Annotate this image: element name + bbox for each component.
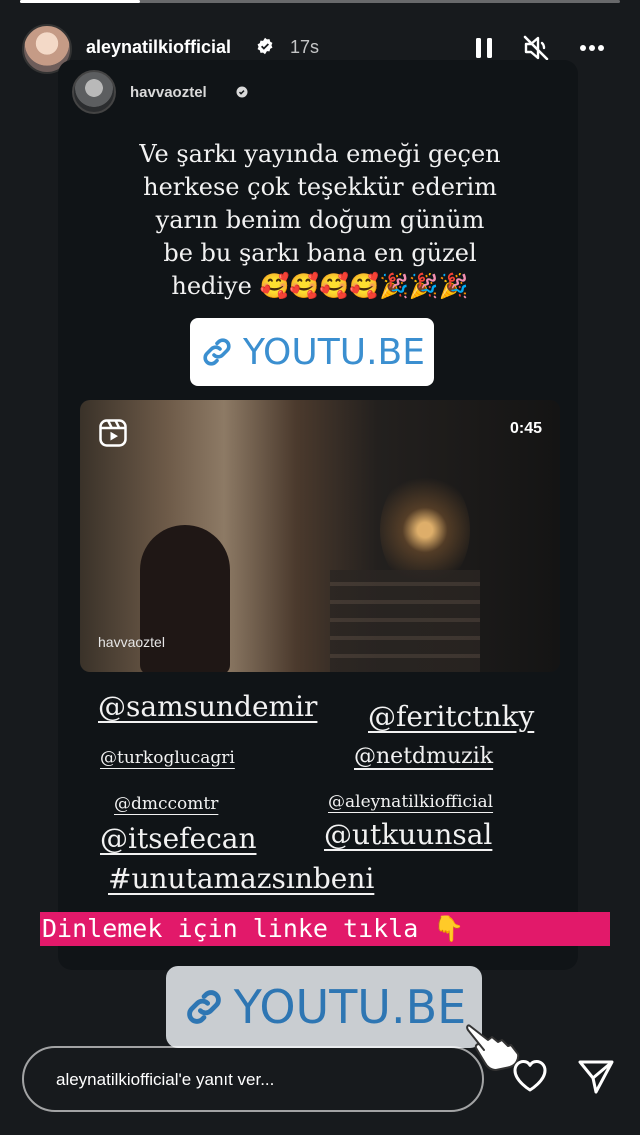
reel-scene-stairs [330, 570, 480, 672]
speaker-muted-icon[interactable] [522, 34, 550, 62]
reels-icon [99, 419, 127, 447]
story-username[interactable]: aleynatilkiofficial [86, 37, 231, 58]
hashtag-unutamazsinbeni[interactable]: #unutamazsınbeni [108, 862, 374, 895]
shared-post-avatar[interactable] [72, 70, 116, 114]
reply-input[interactable]: aleynatilkiofficial'e yanıt ver... [22, 1046, 484, 1112]
more-icon[interactable] [578, 34, 606, 62]
verified-badge-icon [236, 86, 248, 98]
verified-badge-icon [257, 37, 273, 55]
story-progress-bar [20, 0, 620, 3]
caption-line: be bu şarkı bana en güzel [163, 239, 477, 267]
heart-icon[interactable] [510, 1056, 550, 1096]
reel-duration: 0:45 [509, 420, 542, 437]
reel-thumbnail[interactable]: 0:45 havvaoztel [80, 400, 560, 672]
link-icon [186, 990, 221, 1024]
mention-turkoglucagri[interactable]: @turkoglucagri [100, 748, 235, 768]
post-caption: Ve şarkı yayında emeği geçen herkese çok… [90, 138, 550, 303]
mention-feritctnky[interactable]: @feritctnky [368, 700, 534, 733]
link-label: YOUTU.BE [233, 980, 467, 1034]
link-sticker[interactable]: YOUTU.BE [190, 318, 434, 386]
mention-samsundemir[interactable]: @samsundemir [98, 690, 317, 723]
link-sticker-large[interactable]: YOUTU.BE [166, 966, 482, 1048]
mention-utkuunsal[interactable]: @utkuunsal [324, 818, 492, 851]
story-time: 17s [290, 37, 320, 57]
mention-netdmuzik[interactable]: @netdmuzik [354, 744, 493, 769]
mention-aleynatilkiofficial[interactable]: @aleynatilkiofficial [328, 792, 493, 812]
reel-username: havvaoztel [98, 634, 165, 650]
story-progress-fill [20, 0, 140, 3]
link-label: YOUTU.BE [243, 331, 425, 373]
reply-placeholder: aleynatilkiofficial'e yanıt ver... [56, 1070, 275, 1089]
caption-line: yarın benim doğum günüm [155, 206, 485, 234]
send-icon[interactable] [576, 1056, 616, 1096]
caption-line: hediye 🥰🥰🥰🥰🎉🎉🎉 [171, 272, 469, 300]
shared-post-username[interactable]: havvaoztel [130, 84, 207, 101]
cta-banner: Dinlemek için linke tıkla 👇 [40, 912, 610, 946]
mention-itsefecan[interactable]: @itsefecan [100, 822, 257, 855]
mention-dmccomtr[interactable]: @dmccomtr [114, 794, 218, 814]
pause-icon[interactable] [470, 34, 498, 62]
link-icon [203, 338, 231, 366]
caption-line: Ve şarkı yayında emeği geçen [139, 140, 501, 168]
caption-line: herkese çok teşekkür ederim [143, 173, 497, 201]
